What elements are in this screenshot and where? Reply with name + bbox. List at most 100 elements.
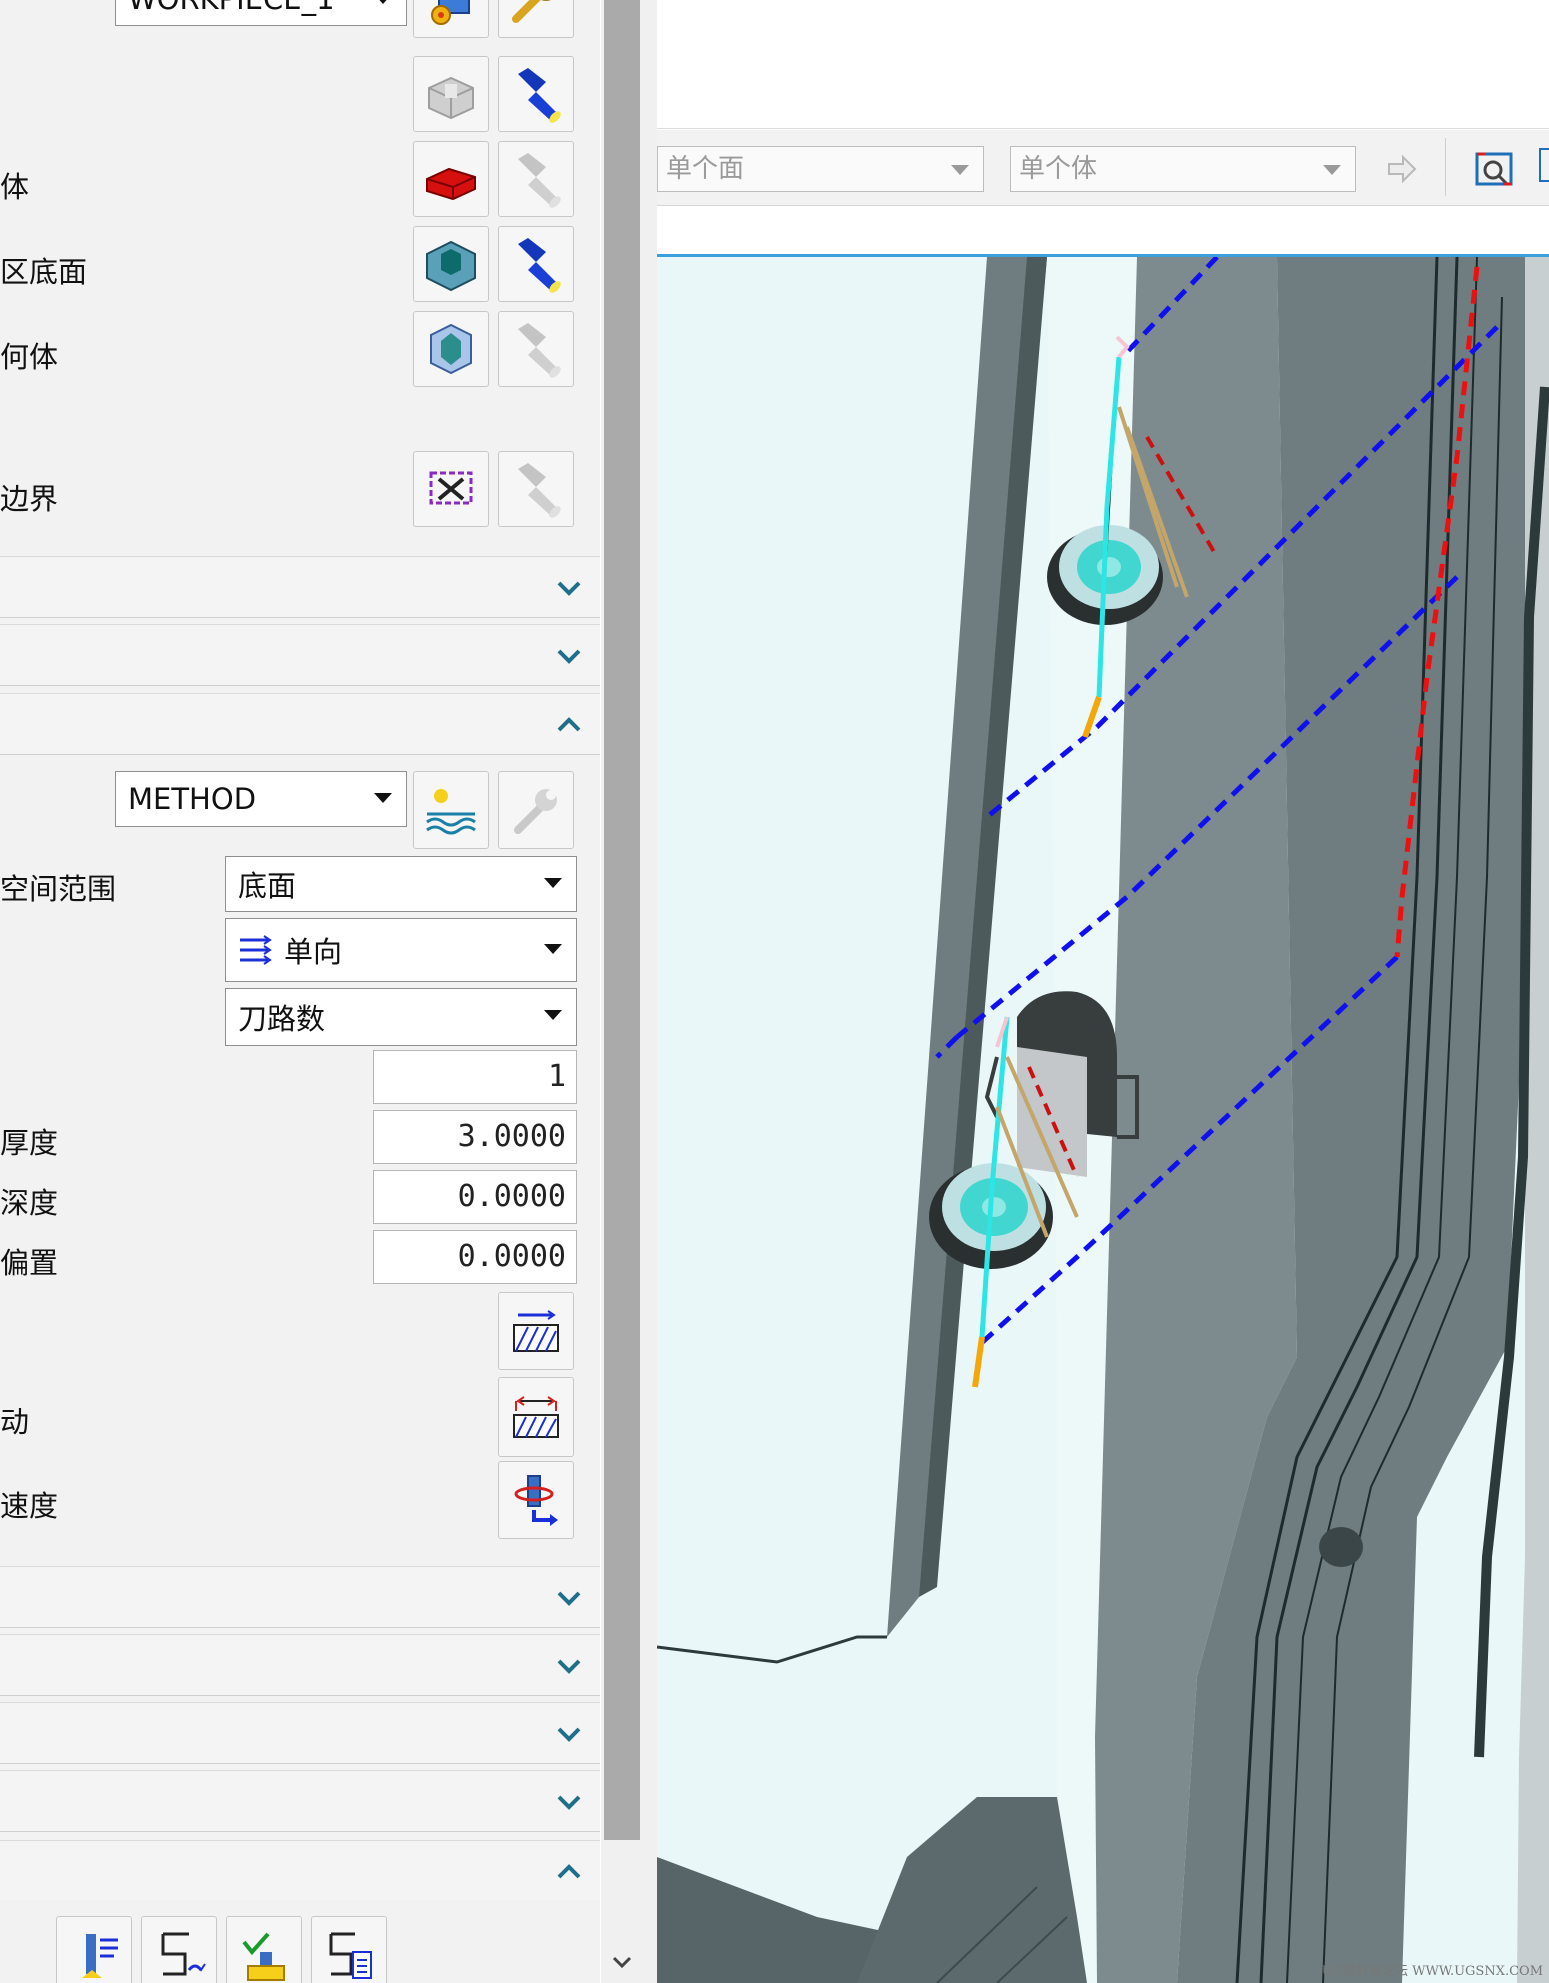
body-filter-select[interactable]: 单个体 xyxy=(1010,146,1356,192)
edit-geometry-button[interactable] xyxy=(498,0,574,38)
display-part-button[interactable] xyxy=(498,56,574,132)
replay-icon xyxy=(161,1932,206,1976)
geometry-select-value: WORKPIECE_1 xyxy=(128,0,335,16)
chevron-down-icon xyxy=(557,1591,581,1606)
new-geometry-icon xyxy=(431,0,470,25)
chevron-down-icon xyxy=(544,878,562,888)
geometry-select[interactable]: WORKPIECE_1 xyxy=(115,0,407,26)
operation-dialog-panel: WORKPIECE_1 体 区底面 何体 i 边界 xyxy=(0,0,600,1983)
graphics-viewport[interactable]: UG爱好者论坛 WWW.UGSNX.COM xyxy=(657,257,1549,1983)
generate-icon xyxy=(82,1934,118,1978)
trim-boundary-icon xyxy=(429,471,473,505)
new-method-icon xyxy=(426,789,476,835)
method-select-value: METHOD xyxy=(128,782,257,816)
cut-direction-select[interactable]: 单向 xyxy=(225,918,577,982)
feeds-speeds-icon xyxy=(514,1475,558,1526)
chevron-up-icon xyxy=(557,1864,581,1879)
list-icon xyxy=(329,1932,372,1979)
section-collapsed-6[interactable] xyxy=(0,1770,600,1832)
section-collapsed-5[interactable] xyxy=(0,1702,600,1764)
specify-trim-boundary-button[interactable] xyxy=(413,451,489,527)
chevron-down-icon xyxy=(374,0,392,4)
arrow-right-icon[interactable] xyxy=(1385,152,1419,186)
specify-check-body-label: 体 xyxy=(0,170,30,204)
new-geometry-button[interactable] xyxy=(413,0,489,38)
hole xyxy=(1319,1527,1363,1567)
specify-part-button[interactable] xyxy=(413,56,489,132)
floor-thickness-input[interactable]: 3.0000 xyxy=(373,1110,577,1164)
wrench-icon xyxy=(512,0,551,23)
cut-direction-value: 单向 xyxy=(284,935,343,969)
display-wall-geometry-button[interactable] xyxy=(498,311,574,387)
flashlight-disabled-icon xyxy=(518,153,561,208)
flashlight-icon xyxy=(518,68,561,123)
specify-trim-boundary-label: 边界 xyxy=(0,482,59,516)
display-check-body-button[interactable] xyxy=(498,141,574,217)
offset-input[interactable]: 0.0000 xyxy=(373,1230,577,1284)
check-body-icon xyxy=(426,167,476,201)
cut-area-floor-icon xyxy=(426,240,476,292)
feeds-speeds-button[interactable] xyxy=(498,1461,574,1539)
section-collapsed-3[interactable]: i xyxy=(0,1566,600,1628)
ribbon-area xyxy=(657,0,1549,129)
feeds-speeds-label: 速度 xyxy=(0,1489,59,1523)
offset-label: 偏置 xyxy=(0,1246,59,1280)
section-collapsed-4[interactable] xyxy=(0,1634,600,1696)
non-cutting-moves-label: 动 xyxy=(0,1405,30,1439)
body-filter-value: 单个体 xyxy=(1019,154,1098,184)
generate-toolpath-button[interactable] xyxy=(56,1916,132,1983)
step-method-value: 刀路数 xyxy=(238,1002,326,1036)
wrench-disabled-icon xyxy=(514,789,557,834)
flashlight-icon xyxy=(518,238,561,293)
chevron-down-icon xyxy=(374,793,392,803)
list-toolpath-button[interactable] xyxy=(311,1916,387,1983)
overflow-icon[interactable] xyxy=(1539,148,1549,182)
section-actions-header[interactable] xyxy=(0,1840,600,1900)
flashlight-disabled-icon xyxy=(518,323,561,378)
flashlight-disabled-icon xyxy=(518,463,561,518)
toolbar-separator xyxy=(1445,138,1446,196)
specify-check-body-button[interactable] xyxy=(413,141,489,217)
section-collapsed-1[interactable] xyxy=(0,556,600,618)
section-collapsed-2[interactable] xyxy=(0,624,600,686)
space-range-select[interactable]: 底面 xyxy=(225,856,577,912)
wall-geometry-icon xyxy=(430,323,472,375)
verify-toolpath-button[interactable] xyxy=(226,1916,302,1983)
cutting-parameters-icon xyxy=(513,1310,559,1352)
watermark: UG爱好者论坛 WWW.UGSNX.COM xyxy=(1321,1964,1543,1979)
face-filter-select[interactable]: 单个面 xyxy=(657,146,984,192)
lower-edge xyxy=(657,1635,887,1664)
edit-method-button[interactable] xyxy=(498,771,574,849)
new-method-button[interactable] xyxy=(413,771,489,849)
replay-toolpath-button[interactable] xyxy=(141,1916,217,1983)
panel-scrollbar-thumb[interactable] xyxy=(604,0,640,1840)
display-floor-button[interactable] xyxy=(498,226,574,302)
chevron-down-icon xyxy=(557,1727,581,1742)
non-cutting-moves-button[interactable] xyxy=(498,1377,574,1457)
pass-count-input[interactable]: 1 xyxy=(373,1050,577,1104)
face-filter-value: 单个面 xyxy=(666,154,745,184)
space-range-value: 底面 xyxy=(238,869,297,903)
section-path-settings-header[interactable]: i xyxy=(0,693,600,755)
graphics-tab-strip xyxy=(657,206,1549,258)
depth-input[interactable]: 0.0000 xyxy=(373,1170,577,1224)
zig-direction-icon xyxy=(240,935,272,965)
lower-boss xyxy=(857,1797,1087,1983)
specify-wall-geometry-button[interactable] xyxy=(413,311,489,387)
cutting-parameters-button[interactable] xyxy=(498,1292,574,1370)
model-view xyxy=(657,257,1549,1983)
space-range-label: 空间范围 xyxy=(0,872,117,906)
chevron-down-icon xyxy=(544,1010,562,1020)
chevron-down-icon xyxy=(544,944,562,954)
panel-gutter xyxy=(643,0,657,1983)
selection-bar: 单个面 单个体 xyxy=(657,130,1549,206)
display-trim-boundary-button[interactable] xyxy=(498,451,574,527)
step-method-select[interactable]: 刀路数 xyxy=(225,988,577,1046)
chevron-up-icon xyxy=(557,717,581,732)
select-filter-icon[interactable] xyxy=(1473,148,1515,190)
specify-floor-button[interactable] xyxy=(413,226,489,302)
scroll-down-arrow-icon[interactable] xyxy=(610,1950,634,1974)
chevron-down-icon xyxy=(557,1659,581,1674)
depth-label: 深度 xyxy=(0,1186,59,1220)
method-select[interactable]: METHOD xyxy=(115,771,407,827)
